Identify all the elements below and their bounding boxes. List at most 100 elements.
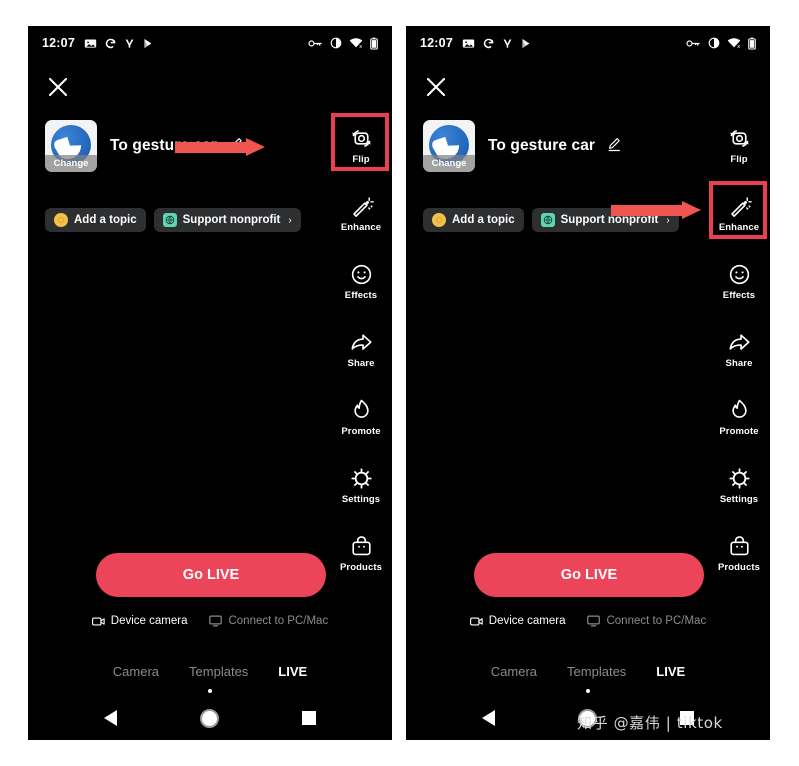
- page-title: To gesture car: [488, 137, 596, 154]
- edit-pencil-icon[interactable]: [607, 137, 622, 152]
- status-time: 12:07: [420, 36, 453, 50]
- go-live-button[interactable]: Go LIVE: [96, 553, 326, 597]
- screenshot-stage: 12:07 x Change To gesture car Add a topi…: [0, 0, 799, 766]
- rail-item-enhance[interactable]: Enhance: [709, 181, 767, 240]
- rail-item-label: Effects: [344, 289, 378, 301]
- google-g-icon: [105, 38, 116, 48]
- svg-text:x: x: [737, 44, 740, 49]
- rail-item-settings[interactable]: Settings: [333, 458, 389, 512]
- shopping-bag-icon: [729, 535, 749, 555]
- rail-item-promote[interactable]: Promote: [333, 390, 389, 444]
- home-circle-icon[interactable]: [199, 708, 219, 728]
- status-right-icons: x: [308, 37, 378, 50]
- chip-add-topic[interactable]: Add a topic: [423, 208, 524, 232]
- rail-item-label: Products: [340, 561, 382, 573]
- rail-item-flip[interactable]: Flip: [331, 113, 389, 172]
- coin-icon: [432, 213, 446, 227]
- svg-text:x: x: [359, 44, 362, 49]
- image-icon: [462, 38, 475, 48]
- rail-item-share[interactable]: Share: [711, 322, 767, 376]
- mode-tabs: Camera Templates LIVE: [28, 664, 392, 679]
- mode-tabs: Camera Templates LIVE: [406, 664, 770, 679]
- tab-live[interactable]: LIVE: [278, 664, 307, 679]
- rail-item-products[interactable]: Products: [711, 526, 767, 580]
- cover-change-label[interactable]: Change: [423, 155, 475, 172]
- rail-item-label: Flip: [352, 153, 370, 165]
- rail-item-effects[interactable]: Effects: [333, 254, 389, 308]
- rail-item-products[interactable]: Products: [333, 526, 389, 580]
- phone-screenshot-left: 12:07 x Change To gesture car Add a topi…: [28, 26, 392, 740]
- side-rail-right: Flip Enhance Effects Share Promote Setti…: [708, 118, 770, 594]
- cover-thumbnail[interactable]: Change: [423, 120, 475, 172]
- tab-templates[interactable]: Templates: [567, 664, 626, 679]
- chip-label: Add a topic: [74, 214, 137, 226]
- monitor-icon: [209, 615, 223, 627]
- go-live-button[interactable]: Go LIVE: [474, 553, 704, 597]
- rail-item-promote[interactable]: Promote: [711, 390, 767, 444]
- rail-item-label: Promote: [341, 425, 381, 437]
- share-arrow-icon: [728, 333, 750, 350]
- wifi-off-icon: x: [727, 38, 741, 49]
- brightness-icon: [330, 37, 342, 49]
- chip-label: Support nonprofit: [182, 214, 281, 226]
- cover-change-label[interactable]: Change: [45, 155, 97, 172]
- annotation-arrow-left: [175, 138, 265, 156]
- go-live-label: Go LIVE: [560, 567, 618, 583]
- y-icon: [503, 38, 512, 48]
- gear-icon: [350, 467, 372, 489]
- rail-item-label: Share: [347, 357, 375, 369]
- close-button[interactable]: [45, 74, 71, 100]
- camera-icon: [469, 616, 483, 626]
- smiley-face-icon: [729, 264, 749, 284]
- monitor-icon: [587, 615, 601, 627]
- coin-icon: [54, 213, 68, 227]
- chip-add-topic[interactable]: Add a topic: [45, 208, 146, 232]
- magic-wand-icon: [730, 196, 752, 217]
- play-store-icon: [144, 38, 152, 48]
- recents-square-icon[interactable]: [302, 711, 317, 725]
- cover-thumbnail[interactable]: Change: [45, 120, 97, 172]
- flip-camera-icon: [351, 129, 371, 147]
- status-left-icons: [462, 37, 533, 50]
- image-icon: [84, 38, 97, 48]
- source-device-camera[interactable]: Device camera: [91, 615, 187, 627]
- chip-row: Add a topic Support nonprofit ›: [45, 208, 301, 232]
- live-title-wrap[interactable]: To gesture car: [488, 137, 622, 155]
- rail-item-share[interactable]: Share: [333, 322, 389, 376]
- live-title-row[interactable]: Change To gesture car: [423, 120, 622, 172]
- source-connect-pc[interactable]: Connect to PC/Mac: [209, 615, 328, 627]
- status-right-icons: x: [686, 37, 756, 50]
- close-icon: [48, 77, 68, 97]
- battery-icon: [748, 37, 756, 50]
- rail-item-flip[interactable]: Flip: [711, 118, 767, 172]
- google-g-icon: [483, 38, 494, 48]
- tab-camera[interactable]: Camera: [113, 664, 159, 679]
- android-nav-bar: [28, 696, 392, 740]
- back-triangle-icon[interactable]: [103, 710, 117, 726]
- rail-item-label: Settings: [719, 493, 759, 505]
- gear-icon: [728, 467, 750, 489]
- source-connect-pc[interactable]: Connect to PC/Mac: [587, 615, 706, 627]
- annotation-arrow-right: [611, 201, 701, 219]
- rail-item-label: Enhance: [718, 221, 760, 233]
- tab-live[interactable]: LIVE: [656, 664, 685, 679]
- status-left-icons: [84, 37, 155, 50]
- close-button[interactable]: [423, 74, 449, 100]
- source-label: Connect to PC/Mac: [606, 615, 707, 627]
- rail-item-label: Products: [718, 561, 760, 573]
- rail-item-label: Effects: [722, 289, 756, 301]
- tab-templates[interactable]: Templates: [189, 664, 248, 679]
- rail-item-label: Share: [725, 357, 753, 369]
- rail-item-label: Promote: [719, 425, 759, 437]
- tab-camera[interactable]: Camera: [491, 664, 537, 679]
- rail-item-enhance[interactable]: Enhance: [333, 186, 389, 240]
- chip-support-nonprofit[interactable]: Support nonprofit ›: [153, 208, 301, 232]
- active-tab-dot: [586, 689, 590, 693]
- source-row: Device camera Connect to PC/Mac: [406, 615, 770, 627]
- share-arrow-icon: [350, 333, 372, 350]
- rail-item-settings[interactable]: Settings: [711, 458, 767, 512]
- flip-camera-icon: [729, 129, 749, 147]
- rail-item-effects[interactable]: Effects: [711, 254, 767, 308]
- source-device-camera[interactable]: Device camera: [469, 615, 565, 627]
- back-triangle-icon[interactable]: [481, 710, 495, 726]
